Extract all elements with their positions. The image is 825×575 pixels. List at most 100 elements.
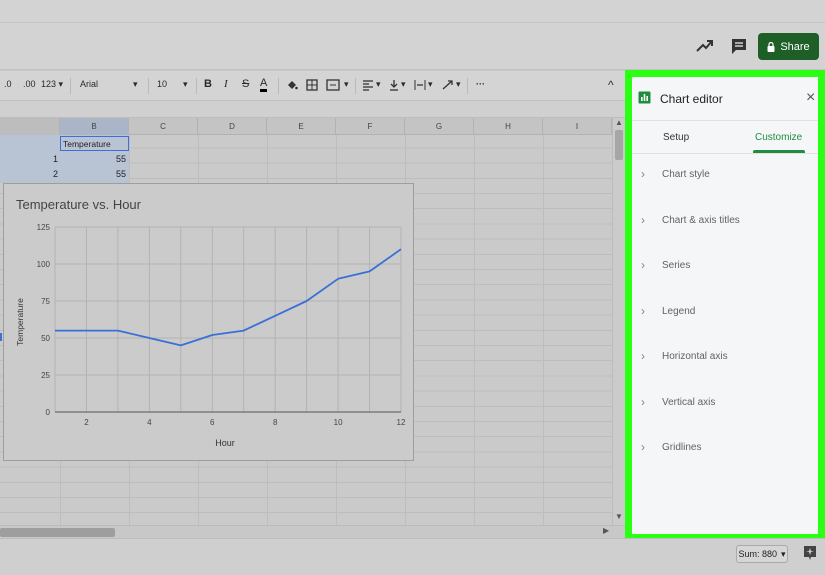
active-tab-indicator bbox=[753, 150, 805, 153]
section-chart-style[interactable]: › Chart style bbox=[641, 165, 710, 183]
column-header-e[interactable]: E bbox=[267, 118, 336, 135]
close-icon[interactable]: × bbox=[806, 89, 815, 107]
vertical-align-icon[interactable] bbox=[389, 79, 399, 91]
column-header-f[interactable]: F bbox=[336, 118, 405, 135]
vertical-scrollbar[interactable]: ▲ ▼ bbox=[612, 118, 625, 525]
scroll-down-icon[interactable]: ▼ bbox=[615, 512, 623, 521]
scroll-right-icon[interactable]: ▶ bbox=[603, 526, 609, 535]
chevron-right-icon: › bbox=[641, 349, 645, 363]
section-horizontal-axis[interactable]: › Horizontal axis bbox=[641, 347, 728, 365]
collapse-toolbar-button[interactable]: ^ bbox=[608, 78, 614, 92]
font-size-dropdown-icon: ▾ bbox=[183, 79, 188, 89]
more-formats-button[interactable]: 123 ▾ bbox=[41, 79, 63, 90]
section-label: Legend bbox=[662, 305, 696, 317]
x-tick-label: 8 bbox=[273, 418, 278, 427]
column-header-b[interactable]: B bbox=[60, 118, 129, 135]
text-wrap-dropdown-icon[interactable]: ▾ bbox=[428, 79, 433, 90]
sum-dropdown[interactable]: Sum: 880 ▾ bbox=[736, 545, 788, 563]
font-size-select[interactable]: 10 ▾ bbox=[157, 79, 191, 89]
font-dropdown-icon: ▾ bbox=[133, 79, 138, 89]
vertical-align-dropdown-icon[interactable]: ▾ bbox=[401, 79, 406, 90]
line-chart: Temperature vs. Hour Hour Temperature 0 2… bbox=[15, 197, 406, 448]
scroll-up-icon[interactable]: ▲ bbox=[615, 118, 623, 127]
chart-editor-title: Chart editor bbox=[660, 92, 723, 106]
chart-gridlines bbox=[54, 226, 402, 413]
x-tick-label: 10 bbox=[334, 418, 343, 427]
x-tick-label: 6 bbox=[210, 418, 215, 427]
cell-b3[interactable]: 55 bbox=[62, 167, 126, 181]
column-header-a[interactable] bbox=[0, 118, 60, 135]
x-axis-title[interactable]: Hour bbox=[215, 438, 235, 448]
chart-icon bbox=[638, 91, 651, 104]
chart-object[interactable]: Temperature vs. Hour Hour Temperature 0 2… bbox=[3, 183, 414, 461]
column-header-c[interactable]: C bbox=[129, 118, 198, 135]
italic-button[interactable]: I bbox=[224, 78, 228, 90]
tab-customize[interactable]: Customize bbox=[755, 132, 802, 143]
borders-icon[interactable] bbox=[306, 79, 318, 91]
text-wrap-icon[interactable] bbox=[414, 79, 426, 91]
explore-icon[interactable] bbox=[803, 545, 817, 561]
chevron-right-icon: › bbox=[641, 440, 645, 454]
more-options-button[interactable]: ··· bbox=[476, 79, 485, 89]
column-header-g[interactable]: G bbox=[405, 118, 474, 135]
x-axis-ticks: 2 4 6 8 10 12 bbox=[84, 418, 406, 427]
grid-line bbox=[543, 135, 544, 525]
column-header-h[interactable]: H bbox=[474, 118, 543, 135]
y-tick-label: 25 bbox=[41, 371, 50, 380]
status-bar bbox=[0, 538, 825, 575]
cell-b1[interactable]: Temperature bbox=[63, 137, 127, 151]
menu-divider bbox=[0, 22, 825, 23]
text-rotation-icon[interactable] bbox=[441, 79, 455, 91]
more-formats-label: 123 bbox=[41, 79, 57, 89]
section-chart-axis-titles[interactable]: › Chart & axis titles bbox=[641, 211, 740, 229]
merge-dropdown-icon[interactable]: ▾ bbox=[344, 79, 349, 90]
toolbar-divider bbox=[278, 78, 279, 94]
column-header-row: B C D E F G H I bbox=[0, 118, 612, 135]
bold-button[interactable]: B bbox=[204, 78, 212, 90]
fill-color-icon[interactable] bbox=[286, 79, 298, 91]
x-tick-label: 2 bbox=[84, 418, 89, 427]
cell-b2[interactable]: 55 bbox=[62, 152, 126, 166]
merge-cells-icon[interactable] bbox=[326, 79, 342, 91]
text-rotation-dropdown-icon[interactable]: ▾ bbox=[456, 79, 461, 90]
font-select[interactable]: Arial ▾ bbox=[80, 79, 140, 89]
decrease-decimal-button[interactable]: .0 bbox=[4, 79, 12, 89]
section-legend[interactable]: › Legend bbox=[641, 302, 695, 320]
horizontal-scroll-thumb[interactable] bbox=[0, 528, 115, 537]
y-axis-title[interactable]: Temperature bbox=[15, 298, 25, 346]
trending-up-icon[interactable] bbox=[695, 37, 715, 55]
toolbar-divider bbox=[196, 78, 197, 94]
x-tick-label: 12 bbox=[397, 418, 406, 427]
text-color-button[interactable]: A bbox=[260, 77, 268, 92]
increase-decimal-button[interactable]: .00 bbox=[23, 79, 36, 89]
vertical-scroll-thumb[interactable] bbox=[615, 130, 623, 160]
horizontal-scrollbar[interactable]: ▶ bbox=[0, 525, 625, 538]
comment-icon[interactable] bbox=[729, 37, 749, 55]
section-label: Horizontal axis bbox=[662, 350, 728, 362]
toolbar-divider bbox=[467, 78, 468, 94]
chart-editor-header: Chart editor × bbox=[632, 77, 818, 121]
chevron-right-icon: › bbox=[641, 167, 645, 181]
tab-setup[interactable]: Setup bbox=[663, 132, 689, 143]
column-header-i[interactable]: I bbox=[543, 118, 612, 135]
share-button[interactable]: Share bbox=[758, 33, 819, 60]
align-left-icon[interactable] bbox=[362, 79, 374, 91]
chevron-right-icon: › bbox=[641, 304, 645, 318]
strikethrough-button[interactable]: S bbox=[242, 78, 249, 90]
lock-icon bbox=[767, 41, 775, 52]
cell-a3[interactable]: 2 bbox=[2, 167, 58, 181]
align-dropdown-icon[interactable]: ▾ bbox=[376, 79, 381, 90]
section-vertical-axis[interactable]: › Vertical axis bbox=[641, 393, 715, 411]
selection-handle bbox=[0, 333, 2, 341]
cell-a2[interactable]: 1 bbox=[2, 152, 58, 166]
chart-editor-panel: Chart editor × Setup Customize › Chart st… bbox=[625, 70, 825, 541]
section-gridlines[interactable]: › Gridlines bbox=[641, 438, 701, 456]
section-label: Chart & axis titles bbox=[662, 214, 740, 226]
chart-title[interactable]: Temperature vs. Hour bbox=[16, 197, 142, 212]
y-tick-label: 100 bbox=[37, 260, 51, 269]
section-series[interactable]: › Series bbox=[641, 256, 690, 274]
section-label: Gridlines bbox=[662, 441, 702, 453]
toolbar-divider bbox=[148, 78, 149, 94]
column-header-d[interactable]: D bbox=[198, 118, 267, 135]
formula-bar[interactable] bbox=[0, 101, 626, 118]
